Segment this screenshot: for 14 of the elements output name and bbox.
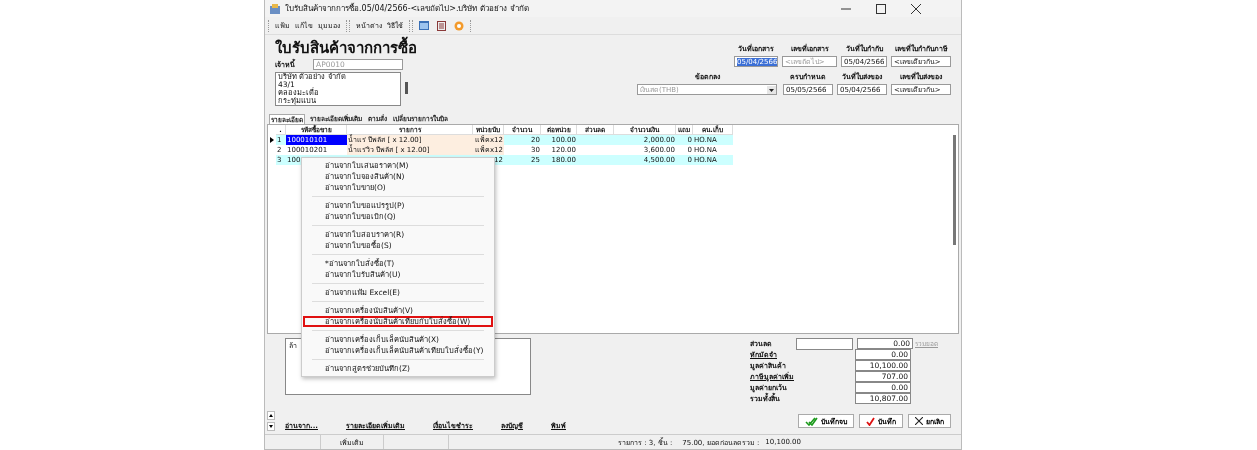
app-icon <box>269 2 281 15</box>
check-icon <box>866 416 875 426</box>
scroll-thumb[interactable] <box>405 82 408 94</box>
dropdown-arrow-icon <box>767 85 776 94</box>
discount-field[interactable] <box>796 337 853 350</box>
maximize-icon[interactable] <box>876 3 886 14</box>
document-icon[interactable] <box>437 20 446 31</box>
double-check-icon <box>805 416 818 426</box>
close-icon <box>915 417 923 425</box>
scroll-down-icon[interactable] <box>269 425 273 428</box>
scroll-up-icon[interactable] <box>269 414 273 417</box>
close-icon[interactable] <box>911 3 921 14</box>
window-icon[interactable] <box>419 21 429 30</box>
window-title: ใบรับสินค้าจากการซื้อ.05/04/2566-<เลขถัดไป>.บริษัท ตัวอย่าง จำกัด <box>285 2 530 15</box>
